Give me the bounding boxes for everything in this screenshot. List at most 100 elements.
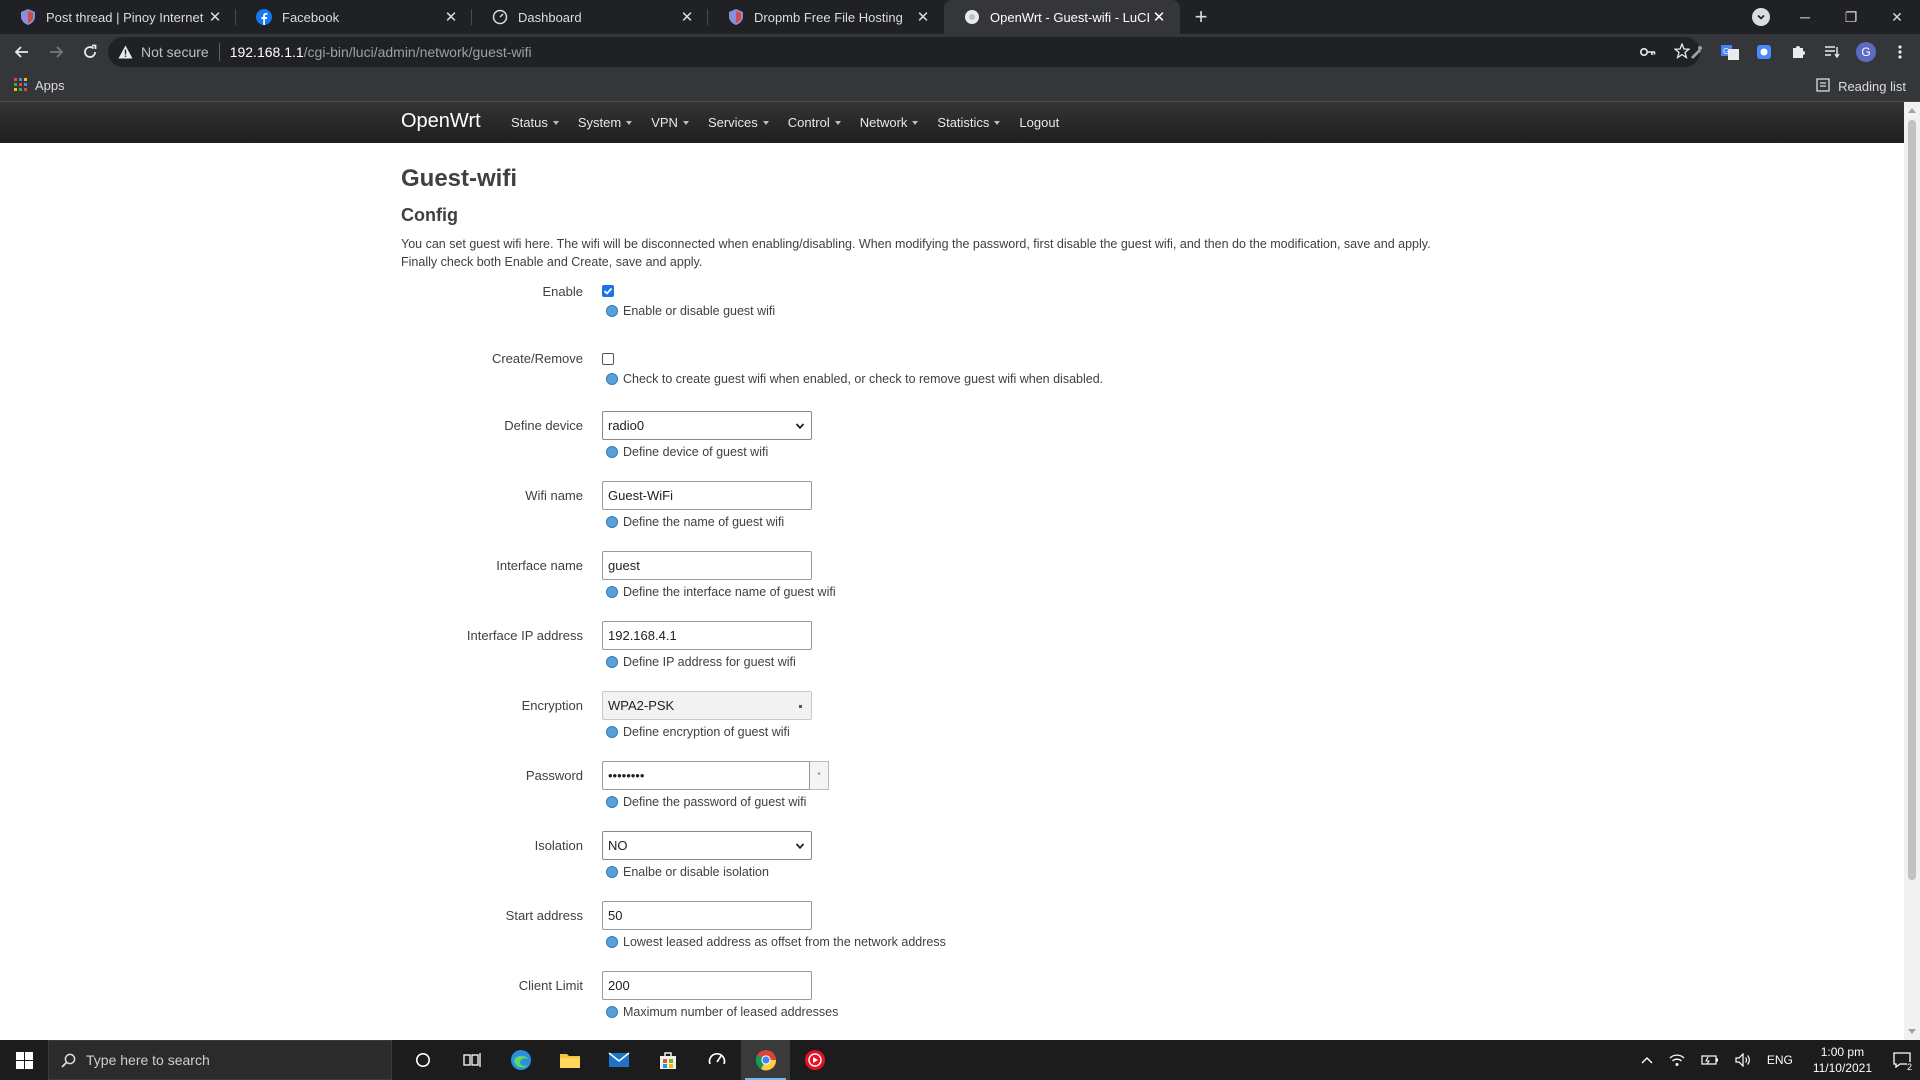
wifi-name-input[interactable] [602,481,812,510]
menu-vpn[interactable]: VPN [651,115,689,130]
tab-close-icon[interactable]: ✕ [678,8,696,26]
enable-checkbox[interactable] [602,285,614,297]
speedometer-icon[interactable] [692,1040,741,1080]
forward-icon[interactable] [40,38,72,66]
menu-network[interactable]: Network [860,115,919,130]
mail-icon[interactable] [594,1040,643,1080]
media-player-icon[interactable] [790,1040,839,1080]
reveal-password-button[interactable]: * [810,761,829,790]
reload-icon[interactable] [74,38,106,66]
menu-statistics[interactable]: Statistics [937,115,1001,130]
url-host: 192.168.1.1 [229,44,304,60]
isolation-select[interactable]: NO [602,831,812,860]
reading-list-button[interactable]: Reading list [1816,70,1906,102]
extensions-puzzle-icon[interactable] [1788,42,1808,62]
wifi-icon[interactable] [1669,1053,1685,1067]
scrollbar-thumb[interactable] [1908,120,1916,880]
tab-close-icon[interactable]: ✕ [206,8,224,26]
page-title: Guest-wifi [401,165,518,192]
password-input[interactable] [602,761,810,790]
menu-system[interactable]: System [578,115,633,130]
restore-icon[interactable]: ❐ [1828,0,1874,34]
scroll-up-icon[interactable] [1908,108,1916,113]
tab-title: OpenWrt - Guest-wifi - LuCI [990,9,1150,25]
avatar: G [1856,42,1876,62]
browser-tab-active[interactable]: OpenWrt - Guest-wifi - LuCI ✕ [944,0,1180,34]
section-description: You can set guest wifi here. The wifi wi… [401,235,1501,271]
help-info-icon [606,1006,618,1018]
field-label: Wifi name [525,488,583,503]
help-info-icon [606,936,618,948]
volume-icon[interactable] [1735,1053,1751,1067]
scroll-down-icon[interactable] [1908,1029,1916,1034]
notification-center-icon[interactable]: 2 [1884,1040,1920,1080]
field-label: Define device [504,418,583,433]
shield-favicon-icon [20,9,36,25]
edge-browser-icon[interactable] [496,1040,545,1080]
clock-date: 11/10/2021 [1812,1061,1872,1075]
help-info-icon [606,796,618,808]
browser-tab[interactable]: Dashboard ✕ [472,0,708,34]
menu-control[interactable]: Control [788,115,841,130]
interface-name-input[interactable] [602,551,812,580]
warning-icon[interactable] [118,45,133,59]
file-explorer-icon[interactable] [545,1040,594,1080]
main-menu: Status System VPN Services Control Netwo… [511,102,1078,143]
page-scrollbar[interactable] [1904,102,1920,1040]
brand-logo[interactable]: OpenWrt [401,110,481,133]
taskbar-search[interactable]: Type here to search [48,1040,392,1080]
key-icon[interactable] [1639,44,1656,60]
chrome-icon[interactable] [741,1040,790,1080]
help-info-icon [606,446,618,458]
start-address-input[interactable] [602,901,812,930]
tab-close-icon[interactable]: ✕ [1150,8,1168,26]
windows-taskbar: Type here to search ENG 1:00 pm 11/10/20… [0,1040,1920,1080]
chevron-down-icon [795,843,805,850]
tab-close-icon[interactable]: ✕ [914,8,932,26]
kebab-menu-icon[interactable] [1890,42,1910,62]
task-view-icon[interactable] [447,1040,496,1080]
field-label: Isolation [534,838,583,853]
tab-close-icon[interactable]: ✕ [442,8,460,26]
help-text: Lowest leased address as offset from the… [606,935,946,949]
battery-icon[interactable] [1701,1054,1719,1066]
profile-avatar[interactable]: G [1856,42,1876,62]
extension-pen-icon[interactable] [1686,42,1706,62]
store-icon[interactable] [643,1040,692,1080]
help-info-icon [606,726,618,738]
field-label: Enable [542,284,583,299]
help-text: Maximum number of leased addresses [606,1005,838,1019]
client-limit-input[interactable] [602,971,812,1000]
browser-tab[interactable]: Post thread | Pinoy Internet and ✕ [0,0,236,34]
not-secure-label[interactable]: Not secure [141,44,209,60]
description-line: You can set guest wifi here. The wifi wi… [401,237,1431,251]
minimize-icon[interactable]: ─ [1782,0,1828,34]
chevron-up-icon[interactable] [1641,1056,1653,1064]
extension-camera-icon[interactable] [1754,42,1774,62]
menu-services[interactable]: Services [708,115,769,130]
webpage: OpenWrt Status System VPN Services Contr… [0,102,1904,1040]
menu-status[interactable]: Status [511,115,559,130]
apps-shortcut[interactable]: Apps [14,77,65,94]
cortana-icon[interactable] [398,1040,447,1080]
help-text: Enable or disable guest wifi [606,304,775,318]
encryption-select[interactable]: WPA2-PSK [602,691,812,720]
reading-mode-icon[interactable] [1822,42,1842,62]
translate-icon[interactable]: G [1720,42,1740,62]
menu-logout[interactable]: Logout [1019,115,1059,130]
create-remove-checkbox[interactable] [602,353,614,365]
address-bar[interactable]: Not secure 192.168.1.1/cgi-bin/luci/admi… [108,37,1700,67]
device-select[interactable]: radio0 [602,411,812,440]
clock[interactable]: 1:00 pm 11/10/2021 [1813,1044,1872,1076]
browser-tab[interactable]: Dropmb Free File Hosting ✕ [708,0,944,34]
browser-tab[interactable]: Facebook ✕ [236,0,472,34]
tab-title: Facebook [282,9,340,25]
new-tab-button[interactable]: + [1186,0,1216,34]
tab-search-icon[interactable] [1752,8,1770,26]
windows-start-icon[interactable] [0,1040,48,1080]
interface-ip-input[interactable] [602,621,812,650]
url-path: /cgi-bin/luci/admin/network/guest-wifi [303,44,532,60]
language-indicator[interactable]: ENG [1767,1053,1793,1067]
back-icon[interactable] [6,38,38,66]
close-window-icon[interactable]: ✕ [1874,0,1920,34]
